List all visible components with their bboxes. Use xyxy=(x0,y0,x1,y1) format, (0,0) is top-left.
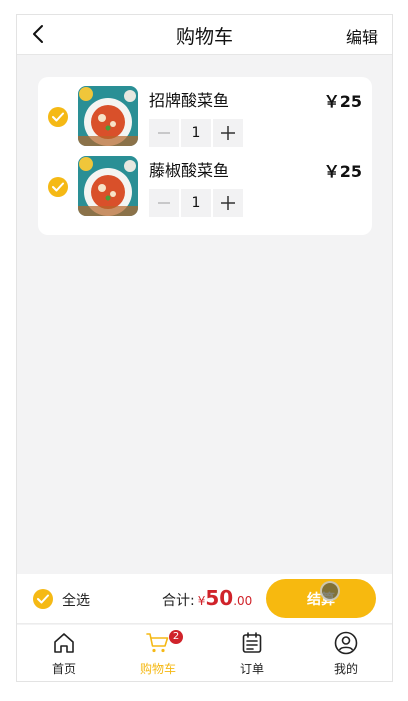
quantity-value[interactable]: 1 xyxy=(181,189,211,217)
profile-icon xyxy=(334,631,358,655)
tab-label: 首页 xyxy=(51,662,76,676)
product-price: ￥25 xyxy=(323,162,362,181)
minus-icon xyxy=(158,202,170,204)
cart-item: 藤椒酸菜鱼 ￥25 1 xyxy=(38,147,372,217)
touch-indicator xyxy=(320,581,340,601)
increase-button[interactable] xyxy=(213,119,243,147)
bottom-tab-bar: 首页 2 购物车 订单 我的 xyxy=(17,625,392,681)
home-icon xyxy=(54,633,74,653)
plus-icon xyxy=(221,196,235,210)
page-title: 购物车 xyxy=(175,26,233,48)
tab-profile[interactable]: 我的 xyxy=(299,625,392,681)
cart-icon xyxy=(146,633,169,653)
quantity-stepper: 1 xyxy=(149,119,243,147)
tab-cart[interactable]: 2 购物车 xyxy=(111,625,205,681)
edit-button[interactable]: 编辑 xyxy=(346,24,378,48)
dish-image[interactable] xyxy=(78,156,138,216)
tab-orders[interactable]: 订单 xyxy=(205,625,299,681)
top-nav-bar: 购物车 编辑 xyxy=(17,15,392,55)
quantity-value[interactable]: 1 xyxy=(181,119,211,147)
tab-label: 我的 xyxy=(333,662,358,676)
checkmark-icon xyxy=(52,112,64,122)
decrease-button[interactable] xyxy=(149,189,179,217)
total-label: 合计: xyxy=(162,593,195,609)
checkmark-icon xyxy=(37,594,49,604)
cart-card: 招牌酸菜鱼 ￥25 1 藤椒酸菜鱼 ￥25 1 xyxy=(38,77,372,235)
checkmark-icon xyxy=(52,182,64,192)
phone-screen: 购物车 编辑 招牌酸菜鱼 ￥25 1 藤椒酸菜鱼 ￥25 1 全选 合计: ¥5… xyxy=(16,14,393,682)
total-amount: 合计: ¥50.00 xyxy=(162,586,252,610)
item-checkbox[interactable] xyxy=(48,107,68,127)
minus-icon xyxy=(158,132,170,134)
dish-image[interactable] xyxy=(78,86,138,146)
tab-home[interactable]: 首页 xyxy=(17,625,111,681)
total-decimal: .00 xyxy=(233,594,253,608)
tab-label: 购物车 xyxy=(139,662,176,676)
decrease-button[interactable] xyxy=(149,119,179,147)
item-checkbox[interactable] xyxy=(48,177,68,197)
total-integer: 50 xyxy=(205,586,234,610)
tab-label: 订单 xyxy=(239,662,264,676)
plus-icon xyxy=(221,126,235,140)
product-name: 招牌酸菜鱼 xyxy=(149,91,230,110)
orders-icon xyxy=(242,632,262,653)
product-name: 藤椒酸菜鱼 xyxy=(149,161,230,180)
cart-badge: 2 xyxy=(169,630,183,644)
cart-item: 招牌酸菜鱼 ￥25 1 xyxy=(38,77,372,147)
product-price: ￥25 xyxy=(323,92,362,111)
select-all-checkbox[interactable] xyxy=(33,589,53,609)
quantity-stepper: 1 xyxy=(149,189,243,217)
increase-button[interactable] xyxy=(213,189,243,217)
select-all-label[interactable]: 全选 xyxy=(62,590,90,610)
